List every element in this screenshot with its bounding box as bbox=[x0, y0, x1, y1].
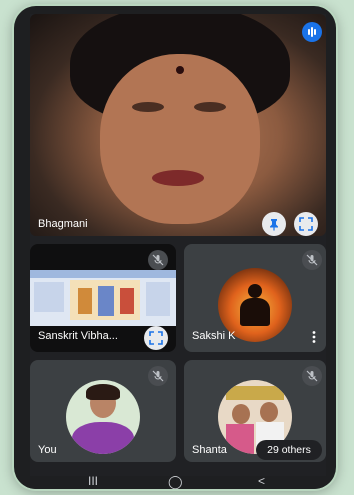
participant-name: Sakshi K bbox=[192, 330, 236, 342]
avatar bbox=[66, 380, 140, 454]
mic-off-icon bbox=[302, 250, 322, 270]
pin-icon bbox=[270, 219, 278, 231]
meeting-grid: Bhagmani Sanskrit Vibha... Sakshi K You … bbox=[30, 14, 326, 476]
fullscreen-button[interactable] bbox=[144, 326, 168, 350]
participant-tile-shanta[interactable]: Shanta 29 others bbox=[184, 360, 326, 462]
speaker-video-eye-right bbox=[194, 102, 226, 112]
main-speaker-tile[interactable]: Bhagmani bbox=[30, 14, 326, 236]
speaker-video-eye-left bbox=[132, 102, 164, 112]
audio-bars-icon bbox=[302, 22, 322, 42]
speaker-video-face bbox=[100, 54, 260, 224]
pin-button[interactable] bbox=[262, 212, 286, 236]
fullscreen-icon bbox=[299, 217, 313, 231]
recents-button[interactable]: III bbox=[88, 474, 98, 488]
mic-off-icon bbox=[148, 250, 168, 270]
participant-tile-sakshi-k[interactable]: Sakshi K bbox=[184, 244, 326, 352]
main-speaker-name: Bhagmani bbox=[38, 218, 88, 230]
others-badge[interactable]: 29 others bbox=[256, 440, 322, 460]
fullscreen-icon bbox=[149, 331, 163, 345]
mic-off-icon bbox=[148, 366, 168, 386]
home-button[interactable]: ◯ bbox=[168, 474, 183, 489]
participant-tile-you[interactable]: You bbox=[30, 360, 176, 462]
participant-name: Sanskrit Vibha... bbox=[38, 330, 118, 342]
fullscreen-button[interactable] bbox=[294, 212, 318, 236]
participant-name: Shanta bbox=[192, 444, 227, 456]
system-nav-bar: III ◯ < bbox=[14, 474, 336, 489]
phone-frame: Bhagmani Sanskrit Vibha... Sakshi K You … bbox=[14, 6, 336, 489]
shared-screen-thumbnail bbox=[30, 270, 176, 326]
back-button[interactable]: < bbox=[258, 474, 265, 488]
participant-name: You bbox=[38, 444, 57, 456]
participant-tile-sanskrit-vibha[interactable]: Sanskrit Vibha... bbox=[30, 244, 176, 352]
others-badge-label: 29 others bbox=[267, 444, 311, 456]
mic-off-icon bbox=[302, 366, 322, 386]
speaker-video-lips bbox=[152, 170, 204, 186]
more-vert-icon[interactable] bbox=[310, 330, 318, 344]
speaker-video-bindi bbox=[176, 66, 184, 74]
